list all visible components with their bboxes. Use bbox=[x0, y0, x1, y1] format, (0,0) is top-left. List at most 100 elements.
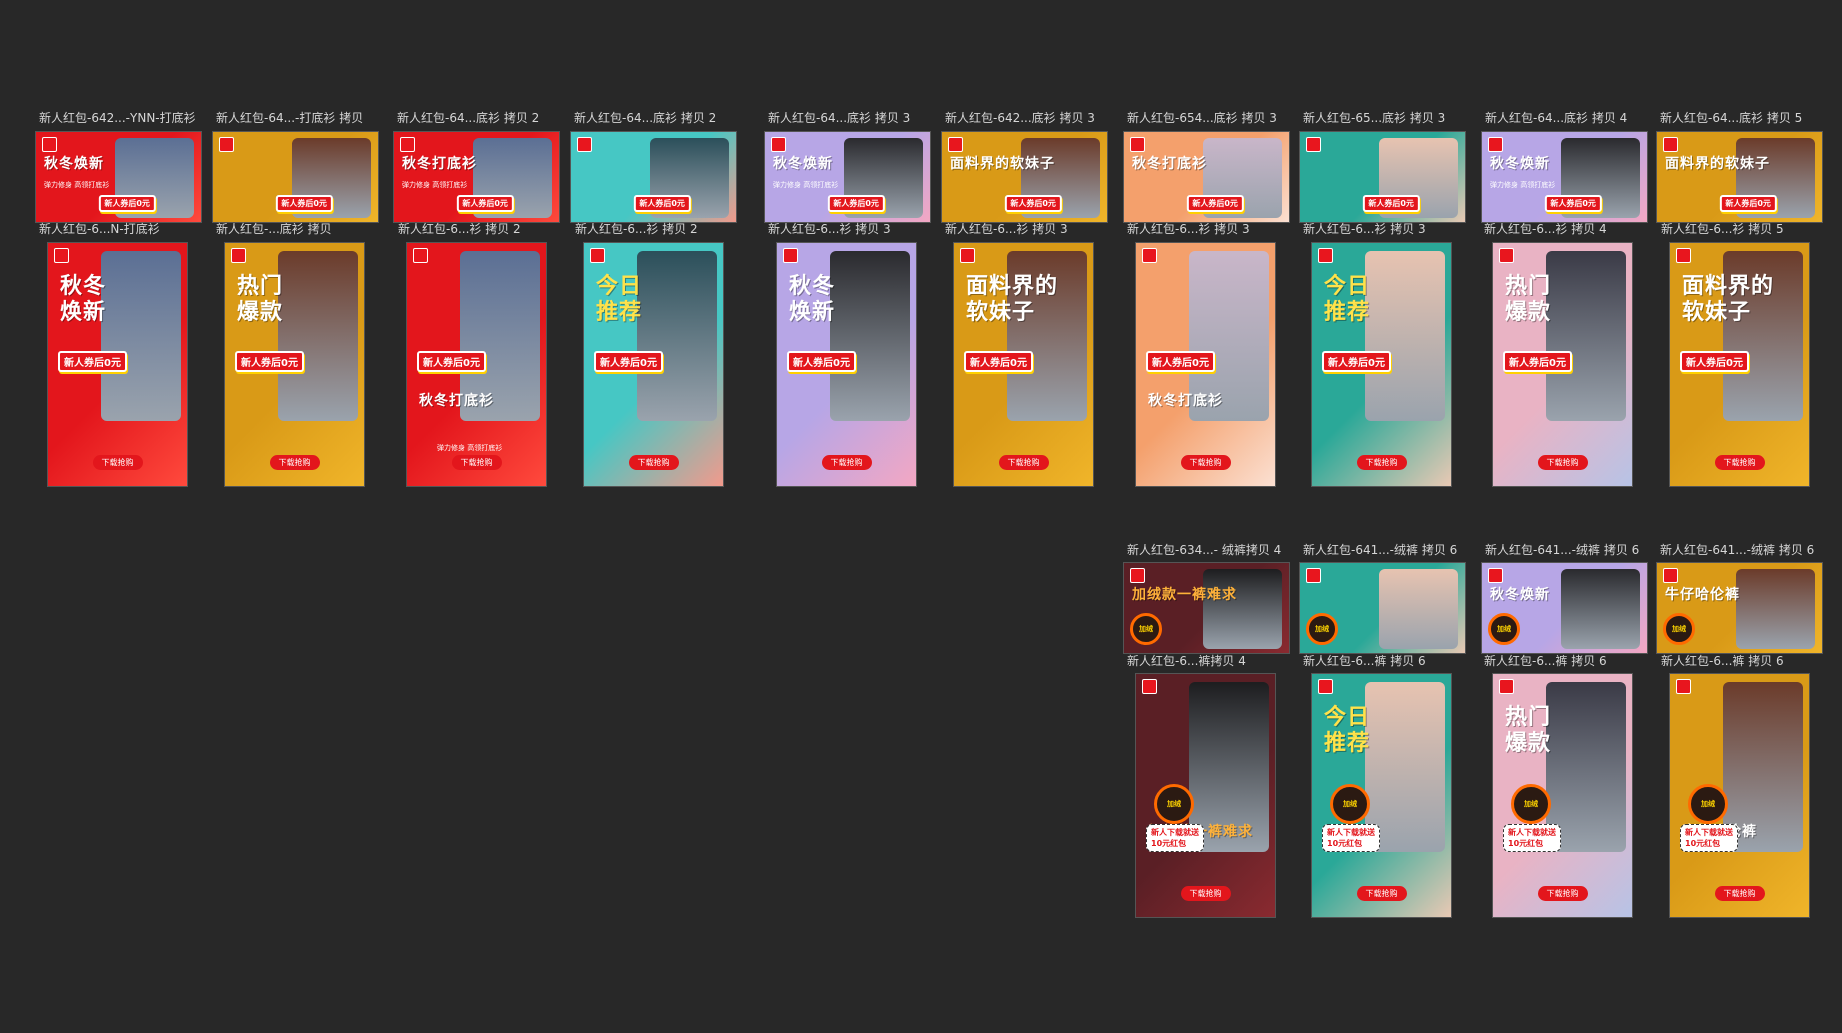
brand-logo bbox=[1499, 679, 1514, 694]
artboard-portrait[interactable]: 面料界的 软妹子 新人券后0元 下载抢购 bbox=[953, 242, 1094, 487]
brand-logo bbox=[1488, 137, 1503, 152]
artboard-label[interactable]: 新人红包-6...衫 拷贝 5 bbox=[1661, 222, 1784, 236]
artboard-label[interactable]: 新人红包-641...-绒裤 拷贝 6 bbox=[1660, 543, 1814, 557]
artboard-label[interactable]: 新人红包-6...衫 拷贝 4 bbox=[1484, 222, 1607, 236]
artboard-landscape[interactable]: 加绒款一裤难求 加绒 bbox=[1123, 562, 1290, 654]
artboard-label[interactable]: 新人红包-6...衫 拷贝 2 bbox=[575, 222, 698, 236]
artboard-landscape[interactable]: 面料界的软妹子 新人券后0元 bbox=[941, 131, 1108, 223]
artboard-label[interactable]: 新人红包-64...-打底衫 拷贝 bbox=[216, 111, 363, 125]
fire-burst-badge: 加绒 bbox=[1488, 613, 1520, 645]
artboard-label[interactable]: 新人红包-6...裤拷贝 4 bbox=[1127, 654, 1246, 668]
artboard-portrait[interactable]: 加绒款一裤难求新人下载就送 10元红包加绒下载抢购 bbox=[1135, 673, 1276, 918]
artboard-landscape[interactable]: 秋冬焕新 弹力修身 高领打底衫 新人券后0元 bbox=[764, 131, 931, 223]
download-button[interactable]: 下载抢购 bbox=[1714, 886, 1765, 901]
brand-logo bbox=[948, 137, 963, 152]
product-photo bbox=[636, 251, 718, 421]
artboard-label[interactable]: 新人红包-642...底衫 拷贝 3 bbox=[945, 111, 1095, 125]
product-photo bbox=[829, 251, 911, 421]
download-button[interactable]: 下载抢购 bbox=[1356, 886, 1407, 901]
artboard-label[interactable]: 新人红包-654...底衫 拷贝 3 bbox=[1127, 111, 1277, 125]
artboard-label[interactable]: 新人红包-6...衫 拷贝 3 bbox=[945, 222, 1068, 236]
artboard-label[interactable]: 新人红包-64...底衫 拷贝 2 bbox=[574, 111, 716, 125]
artboard-portrait[interactable]: 秋冬打底衫 弹力修身 高领打底衫 新人券后0元 下载抢购 bbox=[406, 242, 547, 487]
artboard-landscape[interactable]: 秋冬焕新 加绒 bbox=[1481, 562, 1648, 654]
artboard-portrait[interactable]: 面料界的 软妹子 新人券后0元 下载抢购 bbox=[1669, 242, 1810, 487]
artboard-landscape[interactable]: 加绒 bbox=[1299, 562, 1466, 654]
brand-logo bbox=[42, 137, 57, 152]
coupon-badge: 新人券后0元 bbox=[1146, 351, 1215, 372]
artboard-landscape[interactable]: 新人券后0元 bbox=[1299, 131, 1466, 223]
headline: 面料界的 软妹子 bbox=[1682, 273, 1775, 325]
artboard-portrait[interactable]: 热门 爆款 新人券后0元 下载抢购 bbox=[224, 242, 365, 487]
subtitle: 弹力修身 高领打底衫 bbox=[773, 181, 839, 189]
artboard-landscape[interactable]: 新人券后0元 bbox=[570, 131, 737, 223]
artboard-landscape[interactable]: 秋冬打底衫 弹力修身 高领打底衫 新人券后0元 bbox=[393, 131, 560, 223]
artboard-label[interactable]: 新人红包-64...底衫 拷贝 3 bbox=[768, 111, 910, 125]
artboard-landscape[interactable]: 秋冬打底衫 新人券后0元 bbox=[1123, 131, 1290, 223]
download-button[interactable]: 下载抢购 bbox=[1180, 455, 1231, 470]
artboard-label[interactable]: 新人红包-64...底衫 拷贝 2 bbox=[397, 111, 539, 125]
download-button[interactable]: 下载抢购 bbox=[1714, 455, 1765, 470]
artboard-landscape[interactable]: 新人券后0元 bbox=[212, 131, 379, 223]
artboard-label[interactable]: 新人红包-6...N-打底衫 bbox=[39, 222, 160, 236]
artboard-label[interactable]: 新人红包-641...-绒裤 拷贝 6 bbox=[1485, 543, 1639, 557]
artboard-portrait[interactable]: 今日 推荐 新人券后0元 下载抢购 bbox=[583, 242, 724, 487]
brand-logo bbox=[1130, 568, 1145, 583]
artboard-landscape[interactable]: 秋冬焕新 弹力修身 高领打底衫 新人券后0元 bbox=[35, 131, 202, 223]
artboard-label[interactable]: 新人红包-6...衫 拷贝 2 bbox=[398, 222, 521, 236]
artboard-portrait[interactable]: 秋冬 焕新 新人券后0元 下载抢购 bbox=[776, 242, 917, 487]
artboard-label[interactable]: 新人红包-6...裤 拷贝 6 bbox=[1661, 654, 1784, 668]
artboard-portrait[interactable]: 今日 推荐 新人下载就送 10元红包 加绒 下载抢购 bbox=[1311, 673, 1452, 918]
artboard-portrait[interactable]: 热门 爆款 新人券后0元 下载抢购 bbox=[1492, 242, 1633, 487]
promo-bubble: 新人下载就送 10元红包 bbox=[1322, 824, 1380, 852]
artboard-label[interactable]: 新人红包-6...衫 拷贝 3 bbox=[768, 222, 891, 236]
download-button[interactable]: 下载抢购 bbox=[1180, 886, 1231, 901]
artboard-label[interactable]: 新人红包-6...裤 拷贝 6 bbox=[1303, 654, 1426, 668]
coupon-badge: 新人券后0元 bbox=[1004, 195, 1062, 212]
artboard-label[interactable]: 新人红包-641...-绒裤 拷贝 6 bbox=[1303, 543, 1457, 557]
download-button[interactable]: 下载抢购 bbox=[1356, 455, 1407, 470]
artboard-landscape[interactable]: 牛仔哈伦裤 加绒 bbox=[1656, 562, 1823, 654]
artboard-landscape[interactable]: 面料界的软妹子 新人券后0元 bbox=[1656, 131, 1823, 223]
headline: 今日 推荐 bbox=[596, 273, 643, 325]
download-button[interactable]: 下载抢购 bbox=[1537, 886, 1588, 901]
download-button[interactable]: 下载抢购 bbox=[998, 455, 1049, 470]
promo-bubble: 新人下载就送 10元红包 bbox=[1680, 824, 1738, 852]
brand-logo bbox=[771, 137, 786, 152]
artboard-label[interactable]: 新人红包-642...-YNN-打底衫 bbox=[39, 111, 196, 125]
artboard-label[interactable]: 新人红包-65...底衫 拷贝 3 bbox=[1303, 111, 1445, 125]
product-photo bbox=[1545, 251, 1627, 421]
brand-logo bbox=[1663, 568, 1678, 583]
download-button[interactable]: 下载抢购 bbox=[92, 455, 143, 470]
download-button[interactable]: 下载抢购 bbox=[451, 455, 502, 470]
artboard-label[interactable]: 新人红包-...底衫 拷贝 bbox=[216, 222, 332, 236]
fire-burst-badge: 加绒 bbox=[1130, 613, 1162, 645]
artboard-label[interactable]: 新人红包-64...底衫 拷贝 4 bbox=[1485, 111, 1627, 125]
fire-burst-badge: 加绒 bbox=[1154, 784, 1194, 824]
coupon-badge: 新人券后0元 bbox=[1362, 195, 1420, 212]
artboard-label[interactable]: 新人红包-6...裤 拷贝 6 bbox=[1484, 654, 1607, 668]
fire-burst-badge: 加绒 bbox=[1306, 613, 1338, 645]
headline: 秋冬打底衫 bbox=[402, 156, 477, 172]
product-photo bbox=[1203, 569, 1283, 649]
artboard-label[interactable]: 新人红包-634...- 绒裤拷贝 4 bbox=[1127, 543, 1281, 557]
fire-burst-badge: 加绒 bbox=[1663, 613, 1695, 645]
download-button[interactable]: 下载抢购 bbox=[628, 455, 679, 470]
artboard-portrait[interactable]: 秋冬 焕新 新人券后0元 下载抢购 bbox=[47, 242, 188, 487]
artboard-portrait[interactable]: 秋冬打底衫 新人券后0元下载抢购 bbox=[1135, 242, 1276, 487]
artboard-label[interactable]: 新人红包-6...衫 拷贝 3 bbox=[1127, 222, 1250, 236]
artboard-portrait[interactable]: 今日 推荐 新人券后0元 下载抢购 bbox=[1311, 242, 1452, 487]
artboard-label[interactable]: 新人红包-6...衫 拷贝 3 bbox=[1303, 222, 1426, 236]
headline: 秋冬打底衫 bbox=[1148, 393, 1223, 409]
artboard-portrait[interactable]: 牛仔哈伦裤新人下载就送 10元红包加绒下载抢购 bbox=[1669, 673, 1810, 918]
download-button[interactable]: 下载抢购 bbox=[269, 455, 320, 470]
coupon-badge: 新人券后0元 bbox=[98, 195, 156, 212]
brand-logo bbox=[1306, 137, 1321, 152]
product-photo bbox=[1736, 569, 1816, 649]
artboard-landscape[interactable]: 秋冬焕新 弹力修身 高领打底衫 新人券后0元 bbox=[1481, 131, 1648, 223]
headline: 秋冬打底衫 bbox=[1132, 156, 1207, 172]
download-button[interactable]: 下载抢购 bbox=[821, 455, 872, 470]
download-button[interactable]: 下载抢购 bbox=[1537, 455, 1588, 470]
artboard-portrait[interactable]: 热门 爆款 新人下载就送 10元红包 加绒 下载抢购 bbox=[1492, 673, 1633, 918]
artboard-label[interactable]: 新人红包-64...底衫 拷贝 5 bbox=[1660, 111, 1802, 125]
